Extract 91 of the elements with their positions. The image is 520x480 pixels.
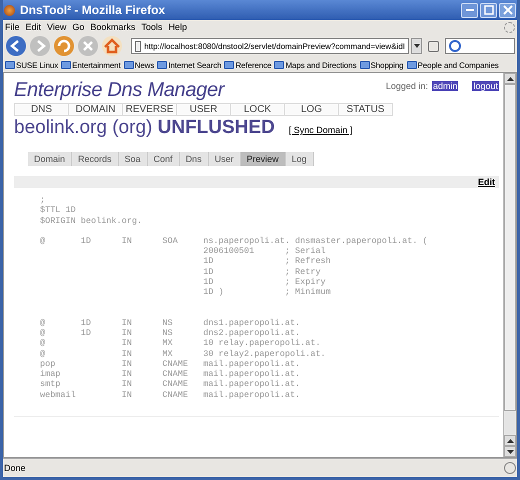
menu-item[interactable]: Bookmarks: [90, 22, 136, 32]
nav-tab[interactable]: LOG: [285, 103, 339, 116]
tab[interactable]: Domain: [28, 152, 72, 166]
search-field[interactable]: [445, 38, 515, 54]
nav-tab[interactable]: DOMAIN: [69, 103, 123, 116]
security-icon: [504, 462, 516, 474]
zone-line: imap IN CNAME mail.paperopoli.at.: [40, 369, 302, 380]
menu-item[interactable]: View: [47, 22, 66, 32]
minimize-button[interactable]: [461, 2, 478, 18]
zone-line: $TTL 1D: [40, 205, 77, 216]
bookmark-folder[interactable]: Entertainment: [61, 60, 121, 70]
menu-item[interactable]: Tools: [141, 22, 162, 32]
scrollbar[interactable]: [503, 73, 516, 457]
logged-in-label: Logged in:: [386, 81, 428, 91]
zone-line: 1D ; Retry: [202, 266, 322, 278]
zone-line: 1D ) ; Minimum: [202, 287, 332, 298]
bookmark-folder[interactable]: Shopping: [360, 60, 404, 70]
tab[interactable]: Soa: [118, 152, 148, 166]
zone-line: webmail IN CNAME mail.paperopoli.at.: [40, 390, 302, 400]
throbber-icon: [504, 22, 515, 32]
zone-line: @ 1D IN SOA ns.paperopoli.at. dnsmaster.paperopoli.at. (: [40, 236, 429, 246]
search-engine-icon: [449, 40, 461, 52]
zone-line: $ORIGIN beolink.org.: [40, 216, 144, 226]
app-title: Enterprise Dns Manager: [14, 79, 224, 102]
folder-icon: [274, 61, 284, 69]
bookmark-folder[interactable]: Internet Search: [157, 60, 222, 70]
nav-tab[interactable]: DNS: [14, 103, 69, 116]
scroll-up-button[interactable]: [504, 73, 516, 84]
zone-line: @ IN MX 30 relay2.paperopoli.at.: [40, 348, 327, 359]
bookmark-folder[interactable]: News: [124, 60, 154, 70]
page-icon: [135, 40, 142, 52]
back-button[interactable]: [5, 35, 27, 57]
domain-heading: beolink.org (org) UNFLUSHED: [14, 117, 275, 139]
menu-item[interactable]: File: [5, 22, 20, 32]
bookmark-folder[interactable]: Maps and Directions: [274, 60, 357, 70]
folder-icon: [124, 61, 134, 69]
scroll-down-button[interactable]: [504, 446, 516, 457]
maximize-icon: [484, 5, 494, 15]
down-arrow-icon: [506, 450, 514, 454]
logout-link[interactable]: logout: [472, 81, 499, 91]
tab[interactable]: Records: [72, 152, 119, 166]
menu-item[interactable]: Edit: [26, 22, 42, 32]
folder-icon: [5, 61, 15, 69]
nav-tab[interactable]: USER: [177, 103, 231, 116]
menu-item[interactable]: Go: [72, 22, 84, 32]
zone-line: @ IN MX 10 relay.paperopoli.at.: [40, 338, 322, 349]
scroll-thumb[interactable]: [504, 84, 516, 411]
folder-icon: [360, 61, 370, 69]
window-title: DnsTool² - Mozilla Firefox: [20, 3, 166, 17]
up-arrow-icon: [506, 438, 514, 442]
zone-line: pop IN CNAME mail.paperopoli.at.: [40, 358, 302, 370]
tab[interactable]: Log: [286, 152, 314, 166]
user-link[interactable]: admin: [432, 81, 458, 91]
home-button[interactable]: [101, 35, 123, 57]
bookmark-folder[interactable]: People and Companies: [406, 60, 499, 70]
tab[interactable]: Conf: [148, 152, 180, 166]
bookmark-folder[interactable]: Reference: [224, 60, 272, 70]
reload-button[interactable]: [53, 35, 75, 57]
menu-item[interactable]: Help: [168, 22, 187, 32]
globe-icon: [4, 4, 15, 16]
zone-line: 1D ; Refresh: [202, 256, 332, 267]
zone-line: 1D ; Expiry: [202, 277, 327, 288]
dropdown-button[interactable]: [411, 38, 422, 54]
folder-icon: [406, 61, 417, 69]
tab[interactable]: Preview: [240, 152, 286, 166]
edit-link[interactable]: Edit: [478, 177, 495, 187]
folder-icon: [61, 61, 72, 69]
zone-line: @ 1D IN NS dns1.paperopoli.at.: [40, 318, 302, 328]
minimize-icon: [466, 9, 474, 11]
tab[interactable]: Dns: [180, 152, 209, 166]
zone-line: @ 1D IN NS dns2.paperopoli.at.: [40, 328, 302, 338]
close-button[interactable]: [499, 2, 516, 18]
close-icon: [502, 5, 512, 15]
folder-icon: [224, 61, 234, 69]
zone-line: smtp IN CNAME mail.paperopoli.at.: [40, 379, 302, 390]
zone-line: ;: [40, 195, 46, 206]
scroll-up-button[interactable]: [504, 435, 516, 446]
go-button[interactable]: [428, 40, 439, 52]
up-arrow-icon: [506, 76, 514, 80]
tab[interactable]: User: [208, 152, 241, 166]
nav-tab[interactable]: REVERSE: [123, 103, 177, 116]
folder-icon: [157, 61, 168, 69]
nav-tab[interactable]: STATUS: [339, 103, 393, 116]
sync-domain-link[interactable]: [ Sync Domain ]: [288, 125, 352, 135]
caret-icon: [414, 44, 420, 48]
bookmark-folder[interactable]: SUSE Linux: [5, 60, 58, 70]
address-field[interactable]: http://localhost:8080/dnstool2/servlet/domainPreview?command=view&idI: [131, 38, 409, 54]
status-text: Done: [4, 463, 26, 473]
nav-tab[interactable]: LOCK: [231, 103, 285, 116]
zone-line: 2006100501 ; Serial: [202, 246, 327, 256]
maximize-button[interactable]: [480, 2, 497, 18]
